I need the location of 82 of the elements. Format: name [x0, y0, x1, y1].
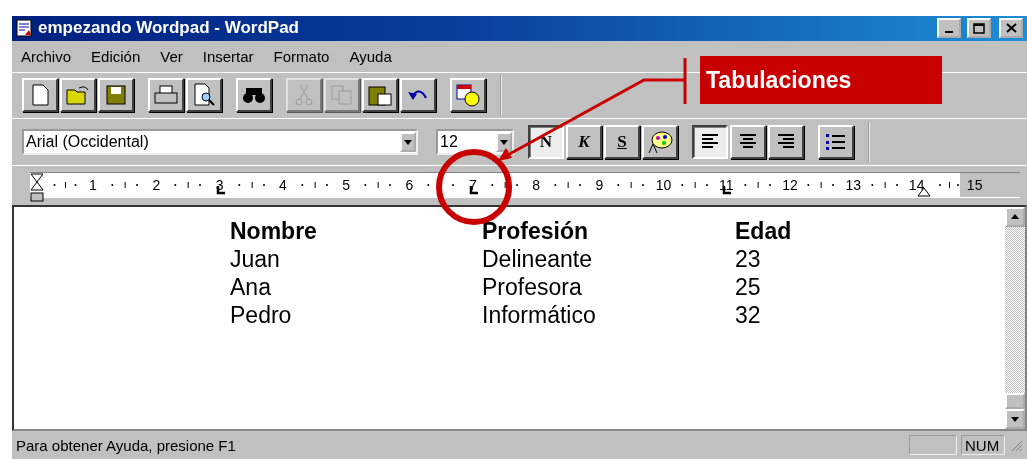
ruler-number: 7 [467, 177, 479, 194]
copy-icon [330, 84, 354, 107]
scroll-down-button[interactable] [1005, 409, 1025, 430]
align-left-button[interactable] [692, 125, 728, 160]
clipboard-icon [367, 83, 393, 108]
open-button[interactable] [60, 78, 96, 113]
down-arrow-icon [1011, 416, 1019, 422]
ruler-number: 13 [845, 177, 860, 194]
menu-item[interactable]: Formato [273, 47, 330, 65]
menu-item[interactable]: Insertar [202, 47, 254, 65]
notepad-icon [16, 19, 32, 38]
document-text: Pedro [230, 300, 293, 329]
window-title: empezando Wordpad - WordPad [38, 18, 300, 39]
document-text: 23 [735, 244, 762, 273]
ruler-number: 12 [782, 177, 797, 194]
ruler-number: 6 [404, 177, 415, 194]
italic-button[interactable]: K [566, 125, 602, 160]
printer-icon [153, 84, 179, 107]
vertical-scrollbar[interactable] [1005, 206, 1025, 430]
status-indicator: NUM [961, 435, 1005, 456]
bullet-list-icon [825, 133, 847, 152]
ruler-number: 8 [531, 177, 541, 194]
folder-icon [65, 84, 91, 107]
callout-label: Tabulaciones [700, 56, 942, 104]
underline-button[interactable]: S [604, 125, 640, 160]
new-document-icon [30, 84, 50, 107]
document-text: Profesión [482, 216, 590, 245]
print-button[interactable] [148, 78, 184, 113]
close-button[interactable] [999, 18, 1023, 39]
paste-button[interactable] [362, 78, 398, 113]
calendar-clock-icon [455, 83, 481, 108]
maximize-button[interactable] [967, 18, 991, 39]
menu-item[interactable]: Ayuda [349, 47, 392, 65]
print-preview-button[interactable] [186, 78, 222, 113]
document-text: Informático [482, 300, 597, 329]
document-text: Delineante [482, 244, 593, 273]
close-icon [1005, 23, 1017, 34]
align-right-button[interactable] [768, 125, 804, 160]
scroll-up-button[interactable] [1005, 206, 1025, 227]
menu-item[interactable]: Edición [91, 47, 141, 65]
ruler-number: 10 [655, 177, 670, 194]
new-button[interactable] [22, 78, 58, 113]
font-dropdown[interactable]: Arial (Occidental) [22, 129, 418, 156]
binoculars-icon [242, 85, 266, 106]
minimize-button[interactable] [937, 18, 961, 39]
status-message: Para obtener Ayuda, presione F1 [16, 436, 237, 454]
bullets-button[interactable] [818, 125, 854, 160]
maximize-icon [973, 22, 985, 34]
undo-button[interactable] [400, 78, 436, 113]
down-arrow-icon [404, 139, 412, 145]
scroll-thumb[interactable] [1005, 393, 1025, 410]
save-button[interactable] [98, 78, 134, 113]
document-text: Nombre [230, 216, 318, 245]
minimize-icon [945, 31, 953, 34]
ruler-number: 5 [341, 177, 352, 194]
document-text: Edad [735, 216, 793, 245]
color-button[interactable] [642, 125, 678, 160]
resize-grip-icon [1009, 438, 1023, 453]
left-indent-marker-icon [30, 173, 44, 204]
document-text: 25 [735, 272, 762, 301]
font-size-dropdown[interactable]: 12 [436, 129, 514, 156]
document-text: Ana [230, 272, 272, 301]
ruler-number: 15 [966, 177, 981, 194]
document-text: 32 [735, 300, 762, 329]
align-center-button[interactable] [730, 125, 766, 160]
scissors-icon [294, 83, 314, 108]
ruler-number: 9 [594, 177, 605, 194]
status-panel [909, 435, 957, 456]
ruler-number: 4 [278, 177, 288, 194]
find-button[interactable] [236, 78, 272, 113]
ruler-number: 14 [908, 177, 923, 194]
document-text: Juan [230, 244, 281, 273]
magnifier-page-icon [192, 83, 216, 108]
ruler-number: 1 [88, 177, 98, 194]
menu-item[interactable]: Ver [160, 47, 183, 65]
palette-icon [646, 129, 674, 156]
menu-item[interactable]: Archivo [21, 47, 72, 65]
document-text: Profesora [482, 272, 583, 301]
up-arrow-icon [1011, 214, 1019, 220]
down-arrow-icon [500, 139, 508, 145]
date-time-button[interactable] [450, 78, 486, 113]
ruler-number: 2 [151, 177, 162, 194]
